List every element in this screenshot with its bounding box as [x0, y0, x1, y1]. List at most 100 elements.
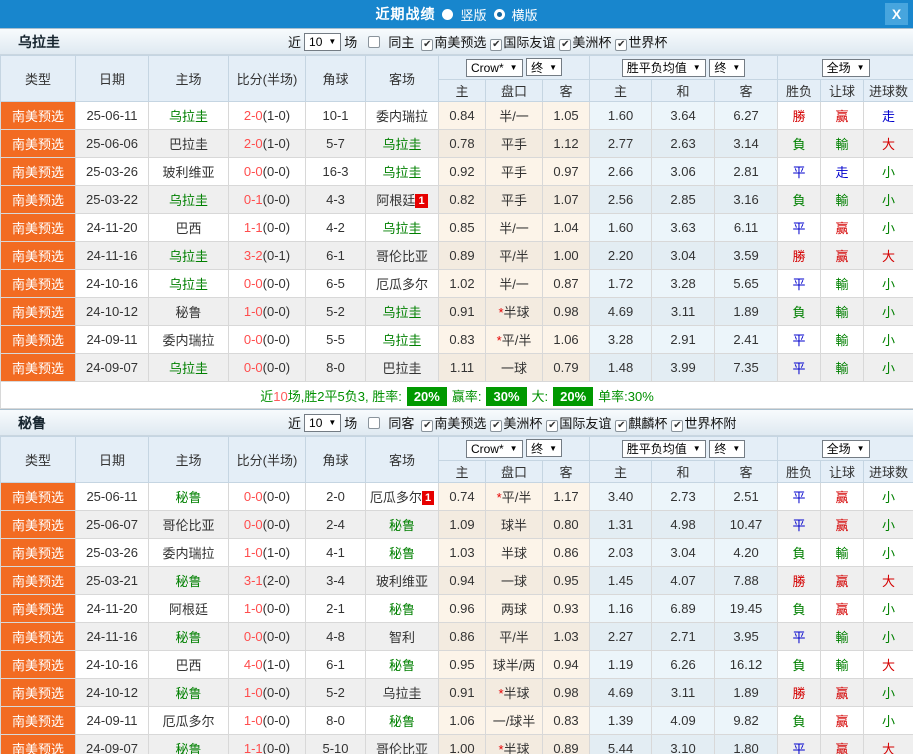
score-cell: 0-0(0-0): [228, 325, 306, 354]
same-venue-checkbox[interactable]: [368, 416, 381, 429]
handicap-cell: *平/半: [485, 482, 543, 511]
handicap-text: 球半/两: [492, 658, 536, 673]
same-venue-label[interactable]: 同主: [388, 32, 414, 51]
letball-result-cell: 輸: [820, 325, 865, 354]
avg-away-odds-cell: 3.16: [714, 185, 779, 214]
date-cell: 25-03-21: [75, 566, 149, 595]
away-odds-cell: 0.93: [541, 594, 591, 623]
bookmaker-select[interactable]: Crow* ▼: [465, 58, 523, 77]
competition-checkbox[interactable]: ✔: [421, 420, 434, 432]
competition-label[interactable]: 世界杯: [628, 35, 667, 50]
halftime-score: (0-0): [262, 332, 291, 347]
subcol-avg-away: 客: [714, 460, 779, 483]
vertical-radio-label[interactable]: 竖版: [460, 5, 486, 24]
letball-result-cell: 赢: [820, 678, 865, 707]
date-cell: 25-06-11: [75, 101, 149, 130]
col-corner: 角球: [305, 436, 366, 483]
fulltime-select[interactable]: 全场 ▼: [821, 58, 870, 77]
summary-single-label: 单率:: [598, 388, 628, 404]
subcol-away-odds: 客: [541, 79, 591, 102]
competition-checkbox[interactable]: ✔: [615, 39, 628, 51]
competition-label[interactable]: 麒麟杯: [628, 416, 667, 431]
bookmaker-select[interactable]: Crow* ▼: [465, 439, 523, 458]
goals-result-cell: 小: [863, 706, 913, 735]
home-team-cell: 乌拉圭: [148, 241, 229, 270]
match-count-select[interactable]: 10 ▼: [304, 32, 342, 51]
same-venue-label[interactable]: 同客: [388, 413, 414, 432]
avg-draw-odds-cell: 3.10: [651, 734, 716, 754]
subcol-handicap: 盘口: [485, 79, 543, 102]
competition-checkbox[interactable]: ✔: [421, 39, 434, 51]
halftime-score: (0-0): [262, 629, 291, 644]
horizontal-radio[interactable]: [493, 8, 505, 20]
away-team-name: 厄瓜多尔: [369, 490, 422, 505]
goals-result-cell: 小: [863, 157, 913, 186]
competition-label[interactable]: 国际友谊: [503, 35, 555, 50]
chevron-down-icon: ▼: [328, 418, 337, 427]
matches-table: 类型 日期 主场 比分(半场) 角球 客场 Crow* ▼ 终 ▼ 胜平负均值 ▼ 终…: [0, 55, 913, 409]
handicap-cell: 半/一: [485, 101, 543, 130]
away-team-cell: 秘鲁: [365, 538, 439, 567]
home-team-cell: 秘鲁: [148, 622, 229, 651]
home-odds-cell: 0.85: [438, 213, 486, 242]
competition-type-cell: 南美预选: [0, 678, 76, 707]
score-cell: 0-1(0-0): [228, 185, 306, 214]
competition-label[interactable]: 国际友谊: [559, 416, 611, 431]
col-type: 类型: [0, 55, 76, 102]
home-team-cell: 委内瑞拉: [148, 325, 229, 354]
games-label: 场: [344, 416, 358, 431]
over-rate-badge: 20%: [553, 386, 594, 406]
competition-label[interactable]: 美洲杯: [572, 35, 611, 50]
winloss-result-cell: 平: [777, 482, 822, 511]
avg-odds-select[interactable]: 胜平负均值 ▼: [621, 58, 706, 77]
fulltime-select[interactable]: 全场 ▼: [821, 439, 870, 458]
avg-stage-select[interactable]: 终 ▼: [709, 439, 746, 458]
competition-checkbox[interactable]: ✔: [671, 420, 684, 432]
competition-label[interactable]: 美洲杯: [503, 416, 542, 431]
home-team-cell: 玻利维亚: [148, 157, 229, 186]
horizontal-radio-label[interactable]: 横版: [512, 5, 538, 24]
home-team-cell: 巴拉圭: [148, 129, 229, 158]
odds-stage-select[interactable]: 终 ▼: [526, 58, 563, 77]
competition-label[interactable]: 南美预选: [434, 416, 486, 431]
competition-label[interactable]: 世界杯附: [684, 416, 736, 431]
home-team-cell: 秘鲁: [148, 482, 229, 511]
competition-label[interactable]: 南美预选: [434, 35, 486, 50]
match-row: 南美预选 24-10-12 秘鲁 1-0(0-0) 5-2 乌拉圭 0.91 *半球 0.98 4…: [0, 678, 913, 707]
match-count-select[interactable]: 10 ▼: [304, 413, 342, 432]
competition-checkbox[interactable]: ✔: [546, 420, 559, 432]
chevron-down-icon: ▼: [509, 444, 518, 454]
same-venue-checkbox[interactable]: [368, 35, 381, 48]
avg-stage-select[interactable]: 终 ▼: [709, 58, 746, 77]
handicap-cell: 一球: [485, 353, 543, 382]
avg-odds-select[interactable]: 胜平负均值 ▼: [621, 439, 706, 458]
letball-result-cell: 赢: [820, 241, 865, 270]
score-cell: 0-0(0-0): [228, 482, 306, 511]
home-team-cell: 乌拉圭: [148, 353, 229, 382]
handicap-text: 半球: [503, 686, 530, 701]
bookmaker-select-group: Crow* ▼ 终 ▼: [437, 55, 591, 80]
halftime-score: (0-0): [262, 276, 291, 291]
halftime-score: (0-0): [262, 164, 291, 179]
away-odds-cell: 0.98: [541, 297, 591, 326]
avg-draw-odds-cell: 2.85: [651, 185, 716, 214]
competition-checkbox[interactable]: ✔: [559, 39, 572, 51]
competition-checkbox[interactable]: ✔: [490, 39, 503, 51]
away-team-cell: 乌拉圭: [365, 129, 439, 158]
corner-cell: 5-10: [305, 734, 366, 754]
close-icon[interactable]: X: [885, 3, 908, 25]
winloss-result-cell: 勝: [777, 678, 822, 707]
vertical-radio[interactable]: [442, 8, 454, 20]
col-type: 类型: [0, 436, 76, 483]
fulltime-select-group: 全场 ▼: [777, 436, 913, 461]
competition-checkbox[interactable]: ✔: [490, 420, 503, 432]
avg-home-odds-cell: 1.19: [589, 650, 653, 679]
goals-result-cell: 小: [863, 185, 913, 214]
competition-type-cell: 南美预选: [0, 594, 76, 623]
letball-result-cell: 輸: [820, 650, 865, 679]
fulltime-score: 0-0: [243, 629, 263, 644]
competition-checkbox[interactable]: ✔: [615, 420, 628, 432]
away-team-cell: 委内瑞拉: [365, 101, 439, 130]
odds-stage-select[interactable]: 终 ▼: [526, 439, 563, 458]
corner-cell: 5-5: [305, 325, 366, 354]
